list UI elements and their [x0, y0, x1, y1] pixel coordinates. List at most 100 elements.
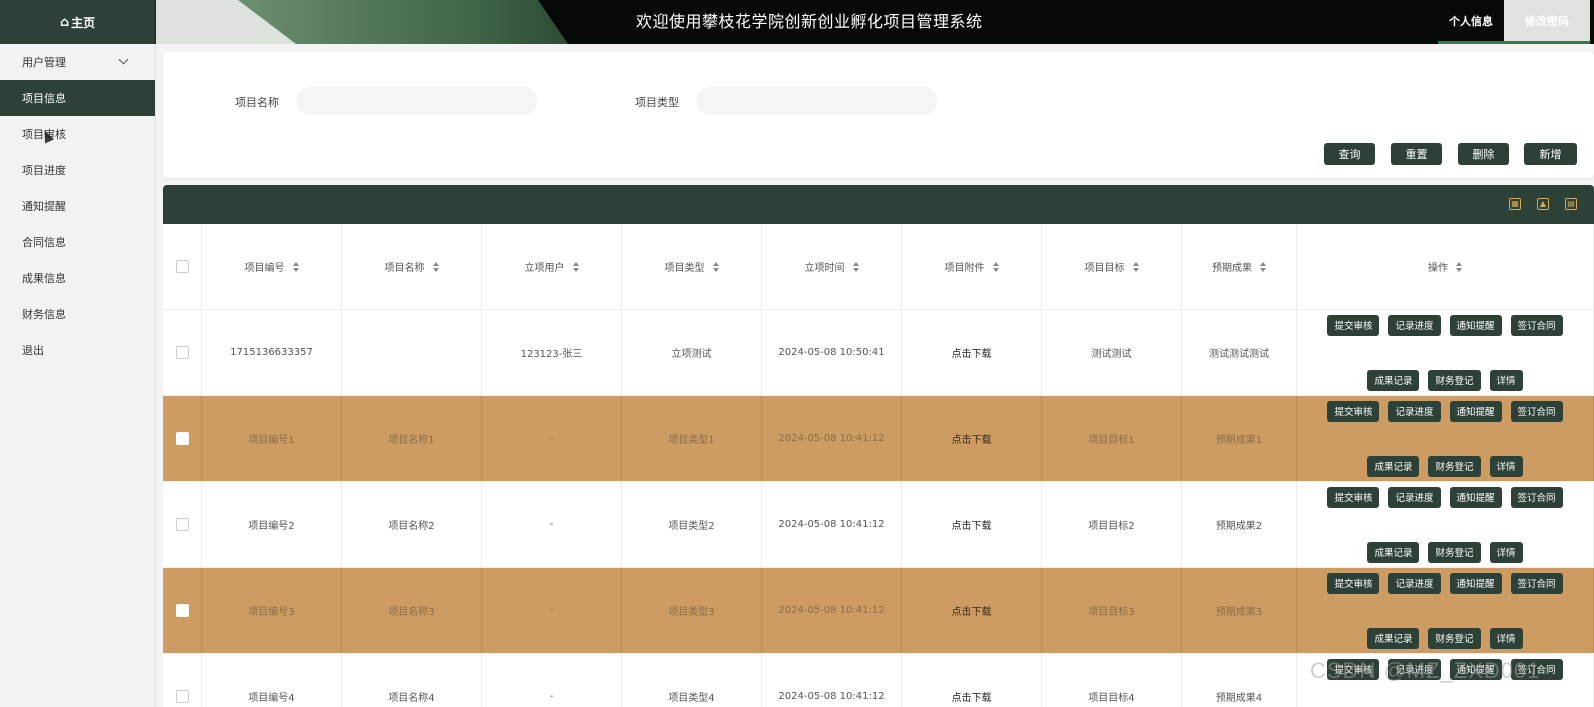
sort-icon[interactable] [1132, 261, 1139, 272]
notify-button[interactable]: 通知提醒 [1449, 314, 1502, 336]
column-header[interactable]: 项目附件 [902, 224, 1042, 309]
sidebar-item-project-progress[interactable]: 项目进度 [0, 152, 155, 188]
sidebar: 用户管理 项目信息 项目审核 项目进度 通知提醒 合同信息 成果信息 财务信息 … [0, 44, 156, 707]
column-header[interactable]: 项目名称 [342, 224, 482, 309]
sort-icon[interactable] [1260, 261, 1266, 272]
query-button[interactable]: 查询 [1324, 143, 1375, 165]
tab-personal-info[interactable]: 个人信息 [1438, 0, 1504, 44]
table-cell: 预期成果3 [1182, 568, 1297, 653]
finance-register-button[interactable]: 财务登记 [1428, 627, 1481, 649]
column-header[interactable]: 预期成果 [1182, 224, 1297, 309]
table-row: 1715136633357 123123-张三 立项测试 2024-05-08 10:… [163, 310, 1594, 396]
record-result-button[interactable]: 成果记录 [1367, 541, 1420, 563]
sort-icon[interactable] [1456, 261, 1462, 272]
sign-contract-button[interactable]: 签订合同 [1510, 314, 1563, 336]
project-type-input[interactable] [697, 87, 937, 115]
select-all-checkbox[interactable] [175, 260, 189, 273]
details-button[interactable]: 详情 [1489, 627, 1523, 649]
actions-cell: 提交审核记录进度通知提醒签订合同成果记录财务登记详情 [1297, 396, 1594, 481]
column-header[interactable]: 操作 [1297, 224, 1594, 309]
row-checkbox[interactable] [175, 346, 189, 359]
sort-icon[interactable] [852, 261, 859, 272]
table-cell: 项目名称4 [342, 654, 482, 707]
record-progress-button[interactable]: 记录进度 [1388, 486, 1441, 508]
submit-review-button[interactable]: 提交审核 [1327, 486, 1380, 508]
table-cell: 项目类型2 [622, 482, 762, 567]
add-button[interactable]: 新增 [1524, 143, 1577, 165]
project-table: 项目编号 项目名称 立项用户 项目类型 立项时间 项目附件 项目目标 预期成果 操作 171513… [163, 224, 1594, 707]
sidebar-item-results[interactable]: 成果信息 [0, 260, 155, 296]
sidebar-item-contracts[interactable]: 合同信息 [0, 224, 155, 260]
tab-change-password[interactable]: 修改密码 [1504, 0, 1590, 44]
sort-icon[interactable] [292, 261, 299, 272]
reset-button[interactable]: 重置 [1391, 143, 1442, 165]
table-cell: 2024-05-08 10:41:12 [762, 396, 902, 481]
download-link[interactable]: 点击下载 [902, 310, 1042, 395]
import-icon[interactable]: ▲ [1537, 198, 1549, 210]
table-cell: 项目类型1 [622, 396, 762, 481]
actions-group: 提交审核记录进度通知提醒签订合同成果记录财务登记详情 [1297, 400, 1593, 477]
notify-button[interactable]: 通知提醒 [1449, 486, 1502, 508]
column-header[interactable]: 项目编号 [202, 224, 342, 309]
row-checkbox[interactable] [175, 432, 189, 445]
details-button[interactable]: 详情 [1489, 369, 1523, 391]
download-link[interactable]: 点击下载 [902, 396, 1042, 481]
sidebar-item-project-info[interactable]: 项目信息 [0, 80, 155, 116]
actions-cell: 提交审核记录进度通知提醒签订合同成果记录财务登记详情 [1297, 568, 1594, 653]
sidebar-item-finance[interactable]: 财务信息 [0, 296, 155, 332]
sign-contract-button[interactable]: 签订合同 [1510, 400, 1563, 422]
column-header[interactable]: 立项时间 [762, 224, 902, 309]
column-header[interactable]: 项目目标 [1042, 224, 1182, 309]
submit-review-button[interactable]: 提交审核 [1327, 314, 1380, 336]
submit-review-button[interactable]: 提交审核 [1327, 572, 1380, 594]
details-button[interactable]: 详情 [1489, 455, 1523, 477]
record-result-button[interactable]: 成果记录 [1367, 627, 1420, 649]
export-icon[interactable]: ▦ [1509, 198, 1521, 210]
record-progress-button[interactable]: 记录进度 [1388, 400, 1441, 422]
home-link[interactable]: ⌂ 主页 [0, 0, 156, 44]
row-checkbox[interactable] [175, 690, 189, 703]
table-header-row: 项目编号 项目名称 立项用户 项目类型 立项时间 项目附件 项目目标 预期成果 操作 [163, 224, 1594, 310]
finance-register-button[interactable]: 财务登记 [1428, 369, 1481, 391]
finance-register-button[interactable]: 财务登记 [1428, 541, 1481, 563]
record-progress-button[interactable]: 记录进度 [1388, 572, 1441, 594]
download-link[interactable]: 点击下载 [902, 654, 1042, 707]
record-progress-button[interactable]: 记录进度 [1388, 314, 1441, 336]
column-header[interactable]: 立项用户 [482, 224, 622, 309]
download-link[interactable]: 点击下载 [902, 482, 1042, 567]
actions-cell: 提交审核记录进度通知提醒签订合同成果记录财务登记详情 [1297, 310, 1594, 395]
sidebar-item-user-management[interactable]: 用户管理 [0, 44, 155, 80]
row-checkbox-cell [163, 482, 202, 567]
download-link[interactable]: 点击下载 [902, 568, 1042, 653]
sort-icon[interactable] [712, 261, 719, 272]
print-icon[interactable]: ▤ [1565, 198, 1577, 210]
details-button[interactable]: 详情 [1489, 541, 1523, 563]
submit-review-button[interactable]: 提交审核 [1327, 400, 1380, 422]
project-name-label: 项目名称 [235, 96, 279, 109]
table-cell: 2024-05-08 10:41:12 [762, 482, 902, 567]
delete-button[interactable]: 删除 [1458, 143, 1509, 165]
sidebar-item-logout[interactable]: 退出 [0, 332, 155, 368]
sidebar-item-label: 项目进度 [22, 164, 66, 177]
sidebar-item-notifications[interactable]: 通知提醒 [0, 188, 155, 224]
sign-contract-button[interactable]: 签订合同 [1510, 486, 1563, 508]
row-checkbox[interactable] [175, 604, 189, 617]
notify-button[interactable]: 通知提醒 [1449, 572, 1502, 594]
finance-register-button[interactable]: 财务登记 [1428, 455, 1481, 477]
sidebar-item-label: 用户管理 [22, 56, 66, 69]
sort-icon[interactable] [432, 261, 439, 272]
record-result-button[interactable]: 成果记录 [1367, 369, 1420, 391]
project-name-input[interactable] [297, 87, 537, 115]
sort-icon[interactable] [572, 261, 579, 272]
table-cell: 1715136633357 [202, 310, 342, 395]
record-result-button[interactable]: 成果记录 [1367, 455, 1420, 477]
row-checkbox[interactable] [175, 518, 189, 531]
sign-contract-button[interactable]: 签订合同 [1510, 572, 1563, 594]
column-header-label: 项目附件 [944, 263, 985, 274]
notify-button[interactable]: 通知提醒 [1449, 400, 1502, 422]
column-header[interactable]: 项目类型 [622, 224, 762, 309]
home-label: 主页 [71, 15, 96, 30]
sidebar-item-label: 成果信息 [22, 272, 66, 285]
sort-icon[interactable] [992, 261, 999, 272]
sidebar-item-project-review[interactable]: 项目审核 [0, 116, 155, 152]
